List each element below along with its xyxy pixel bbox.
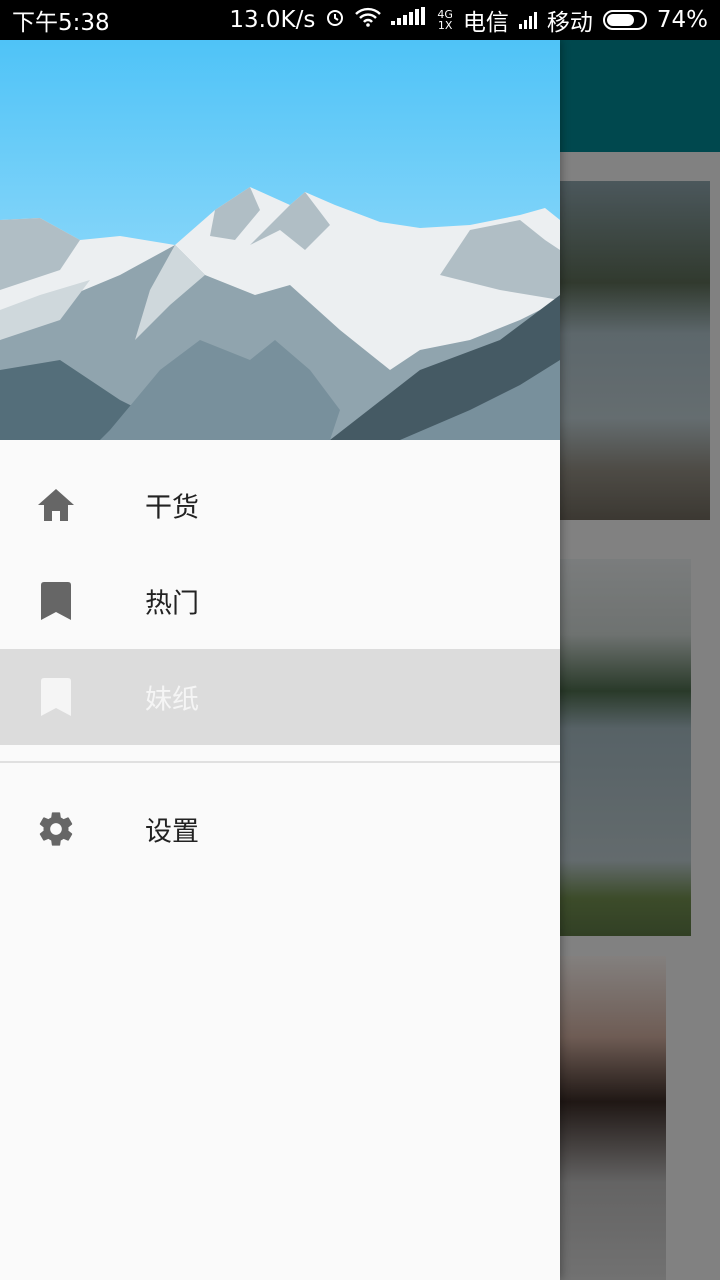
bookmark-icon	[36, 677, 76, 717]
bookmark-icon	[36, 581, 76, 621]
drawer-divider	[0, 761, 560, 763]
screen: 下午5:38 13.0K/s 4G 1X 电信 移动 74% 干货 热门 妹纸 …	[0, 0, 720, 1280]
carrier-2: 移动	[546, 10, 593, 36]
battery-percent: 74%	[656, 7, 708, 33]
home-icon	[36, 485, 76, 525]
status-bar: 下午5:38 13.0K/s 4G 1X 电信 移动 74%	[0, 0, 720, 40]
net-speed: 13.0K/s	[229, 7, 316, 33]
wifi-icon	[355, 7, 382, 33]
signal-dots-icon	[391, 7, 427, 33]
navigation-drawer: 干货 热门 妹纸 设置	[0, 40, 560, 1280]
status-time: 下午5:38	[12, 10, 110, 36]
drawer-item-hot[interactable]: 热门	[0, 553, 560, 649]
drawer-item-gank[interactable]: 干货	[0, 457, 560, 553]
drawer-menu: 干货 热门 妹纸 设置	[0, 440, 560, 877]
drawer-item-label: 干货	[145, 492, 199, 524]
gear-icon	[36, 809, 76, 849]
drawer-item-label: 妹纸	[145, 684, 199, 716]
network-type: 4G 1X	[437, 8, 453, 32]
carrier-1: 电信	[462, 10, 509, 36]
alarm-icon	[325, 7, 345, 33]
drawer-item-label: 设置	[145, 816, 199, 848]
drawer-item-label: 热门	[145, 588, 199, 620]
drawer-item-settings[interactable]: 设置	[0, 781, 560, 877]
signal-icon	[518, 11, 537, 29]
drawer-item-meizhi[interactable]: 妹纸	[0, 649, 560, 745]
drawer-header-image	[0, 40, 560, 440]
battery-icon	[602, 10, 647, 30]
